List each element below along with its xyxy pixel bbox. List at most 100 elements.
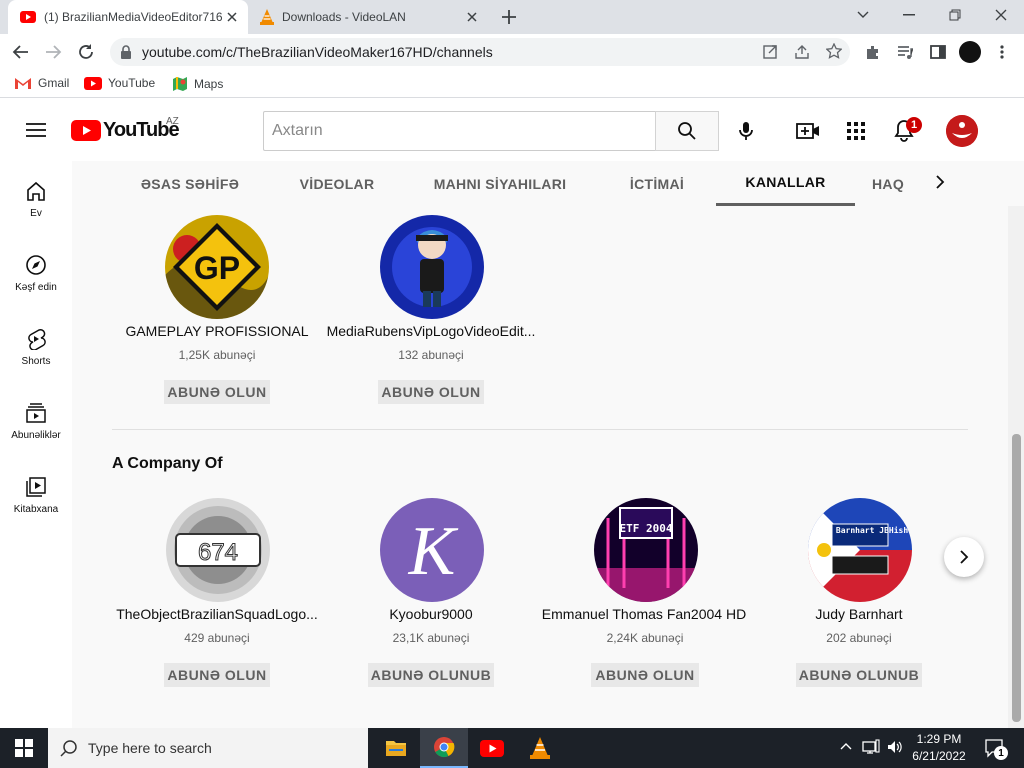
hamburger-menu-icon[interactable] bbox=[26, 122, 46, 138]
subscribed-button[interactable]: ABUNƏ OLUNUB bbox=[368, 663, 494, 687]
clock-time: 1:29 PM bbox=[916, 732, 962, 746]
youtube-logo[interactable]: YouTube bbox=[71, 119, 180, 142]
subscribe-button[interactable]: ABUNƏ OLUN bbox=[591, 663, 699, 687]
nav-item-subscriptions[interactable]: Abunəliklər bbox=[0, 402, 72, 441]
tab-channels[interactable]: KANALLAR bbox=[716, 161, 855, 206]
reload-icon[interactable] bbox=[77, 43, 95, 61]
channel-avatar[interactable]: 674 bbox=[166, 498, 270, 602]
open-in-app-icon[interactable] bbox=[762, 44, 778, 60]
close-tab-icon[interactable] bbox=[224, 9, 240, 25]
search-button[interactable] bbox=[655, 111, 719, 151]
subscriber-count: 429 abunəçi bbox=[184, 631, 250, 645]
tab-videolan[interactable]: Downloads - VideoLAN bbox=[252, 0, 488, 34]
address-bar[interactable]: youtube.com/c/TheBrazilianVideoMaker167H… bbox=[110, 38, 850, 66]
youtube-logo-icon bbox=[71, 120, 101, 141]
explore-icon bbox=[25, 254, 47, 276]
avatar-logo-text: ETF 2004 bbox=[620, 522, 673, 535]
network-icon[interactable] bbox=[862, 739, 880, 755]
share-icon[interactable] bbox=[794, 44, 810, 60]
carousel-next-button[interactable] bbox=[944, 537, 984, 577]
subscriptions-icon bbox=[25, 402, 47, 424]
subscribe-button[interactable]: ABUNƏ OLUN bbox=[378, 380, 484, 404]
apps-icon[interactable] bbox=[847, 122, 865, 140]
taskbar-chrome[interactable] bbox=[420, 728, 468, 768]
channel-name[interactable]: Kyoobur9000 bbox=[326, 606, 536, 622]
tab-playlists[interactable]: MAHNI SİYAHILARI bbox=[410, 161, 590, 206]
channel-avatar[interactable] bbox=[380, 215, 484, 319]
shorts-icon bbox=[25, 328, 47, 350]
side-panel-icon[interactable] bbox=[929, 43, 947, 61]
folder-icon bbox=[385, 739, 407, 757]
chevron-right-icon bbox=[956, 549, 972, 565]
section-title[interactable]: A Company Of bbox=[112, 455, 223, 473]
tab-about[interactable]: HAQ bbox=[872, 161, 912, 206]
taskbar-search-input[interactable]: Type here to search bbox=[48, 728, 368, 768]
gmail-icon bbox=[14, 76, 32, 90]
scrollbar-thumb[interactable] bbox=[1012, 434, 1021, 722]
account-avatar[interactable] bbox=[946, 115, 978, 147]
channel-name[interactable]: Judy Barnhart bbox=[754, 606, 964, 622]
extensions-icon[interactable] bbox=[864, 43, 882, 61]
left-navigation bbox=[0, 161, 72, 728]
bookmark-maps[interactable]: Maps bbox=[172, 76, 223, 92]
avatar-logo-text: GP bbox=[194, 250, 240, 286]
bookmark-youtube[interactable]: YouTube bbox=[84, 76, 155, 90]
subscriber-count: 1,25K abunəçi bbox=[178, 348, 256, 362]
voice-search-icon[interactable] bbox=[738, 121, 754, 141]
channel-name[interactable]: TheObjectBrazilianSquadLogo... bbox=[112, 606, 322, 622]
create-video-icon[interactable] bbox=[796, 121, 820, 141]
lock-icon bbox=[120, 45, 132, 59]
chrome-icon bbox=[433, 736, 455, 758]
tabs-scroll-right-icon[interactable] bbox=[930, 172, 950, 192]
vlc-favicon-icon bbox=[260, 9, 274, 25]
profile-avatar[interactable] bbox=[959, 41, 981, 63]
windows-icon bbox=[15, 739, 33, 757]
channel-avatar[interactable]: K bbox=[380, 498, 484, 602]
channel-name[interactable]: Emmanuel Thomas Fan2004 HD bbox=[536, 606, 752, 622]
taskbar-vlc[interactable] bbox=[516, 728, 564, 768]
subscribe-button[interactable]: ABUNƏ OLUN bbox=[164, 380, 270, 404]
channel-name[interactable]: GAMEPLAY PROFISSIONAL bbox=[112, 323, 322, 339]
tab-search-icon[interactable] bbox=[840, 0, 886, 30]
chrome-menu-icon[interactable] bbox=[994, 43, 1010, 61]
nav-item-explore[interactable]: Kəşf edin bbox=[0, 254, 72, 293]
tab-community[interactable]: İCTİMAİ bbox=[606, 161, 708, 206]
nav-item-shorts[interactable]: Shorts bbox=[0, 328, 72, 367]
tab-title: (1) BrazilianMediaVideoEditor716 bbox=[44, 10, 223, 24]
channel-avatar[interactable]: GP bbox=[165, 215, 269, 319]
bookmark-gmail[interactable]: Gmail bbox=[14, 76, 69, 90]
avatar-logo-text: K bbox=[408, 513, 459, 590]
nav-item-home[interactable]: Ev bbox=[0, 180, 72, 219]
back-icon[interactable] bbox=[12, 43, 30, 61]
media-control-icon[interactable] bbox=[896, 43, 914, 61]
close-window-icon[interactable] bbox=[978, 0, 1024, 30]
search-icon bbox=[677, 121, 697, 141]
subscriber-count: 132 abunəçi bbox=[398, 348, 464, 362]
subscribe-button[interactable]: ABUNƏ OLUN bbox=[164, 663, 270, 687]
search-input[interactable]: Axtarın bbox=[263, 111, 656, 151]
youtube-icon bbox=[84, 76, 102, 90]
taskbar-youtube[interactable] bbox=[468, 728, 516, 768]
start-button[interactable] bbox=[0, 728, 48, 768]
taskbar-clock[interactable]: 1:29 PM 6/21/2022 bbox=[900, 731, 978, 765]
nav-item-library[interactable]: Kitabxana bbox=[0, 476, 72, 515]
maps-icon bbox=[172, 76, 188, 92]
tab-home[interactable]: ƏSAS SƏHİFƏ bbox=[116, 161, 264, 206]
taskbar-file-explorer[interactable] bbox=[372, 728, 420, 768]
show-hidden-icons-icon[interactable] bbox=[840, 741, 852, 751]
tab-youtube[interactable]: (1) BrazilianMediaVideoEditor716 bbox=[8, 0, 248, 34]
channel-name[interactable]: MediaRubensVipLogoVideoEdit... bbox=[324, 323, 538, 339]
forward-icon[interactable] bbox=[44, 43, 62, 61]
channel-avatar[interactable]: ETF 2004 bbox=[594, 498, 698, 602]
avatar-logo-text: 674 bbox=[198, 539, 238, 566]
notification-count-badge: 1 bbox=[994, 746, 1008, 760]
restore-icon[interactable] bbox=[932, 0, 978, 30]
subscribed-button[interactable]: ABUNƏ OLUNUB bbox=[796, 663, 922, 687]
bookmark-star-icon[interactable] bbox=[826, 43, 842, 59]
close-tab-icon[interactable] bbox=[464, 9, 480, 25]
channel-avatar[interactable]: Judy Barnhart JBHish bbox=[808, 498, 912, 602]
notification-badge: 1 bbox=[906, 117, 922, 133]
minimize-icon[interactable] bbox=[886, 0, 932, 30]
new-tab-icon[interactable] bbox=[498, 6, 520, 28]
tab-videos[interactable]: VİDEOLAR bbox=[280, 161, 394, 206]
